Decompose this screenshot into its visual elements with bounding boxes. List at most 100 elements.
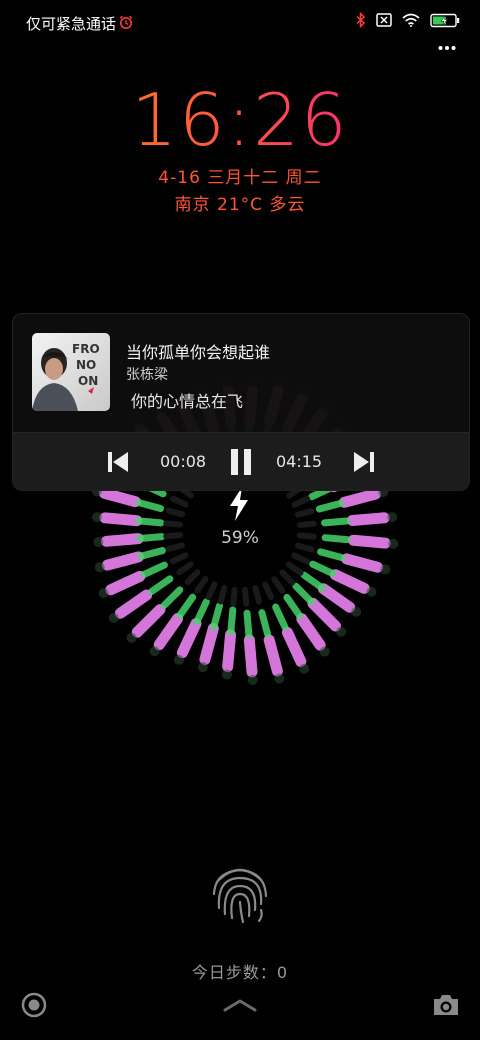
ring-glow-dot [299, 663, 310, 674]
ring-glow-dot [221, 669, 232, 680]
wifi-icon [402, 13, 420, 27]
ring-segment-dark [286, 561, 304, 576]
next-track-icon[interactable] [353, 450, 375, 474]
previous-track-icon[interactable] [107, 450, 129, 474]
ring-segment-pink [105, 570, 146, 596]
ring-segment-green [317, 548, 346, 562]
fingerprint-icon[interactable] [205, 858, 275, 928]
status-bar: 仅可紧急通话 [0, 0, 480, 50]
ring-segment-pink [346, 512, 390, 526]
ring-segment-pink [341, 553, 384, 573]
ring-glow-dot [351, 606, 362, 617]
ring-segment-green [176, 593, 197, 619]
ring-segment-pink [281, 626, 307, 667]
ring-segment-green [258, 609, 272, 638]
ring-segment-green [193, 598, 210, 626]
charging-bolt-icon [230, 487, 248, 521]
ring-segment-green [315, 499, 345, 513]
ring-segment-pink [131, 604, 166, 638]
ring-segment-dark [262, 581, 275, 601]
ring-segment-pink [307, 597, 341, 632]
ring-glow-dot [92, 512, 103, 523]
ring-segment-green [227, 606, 237, 636]
ring-segment-pink [199, 623, 219, 665]
ring-segment-pink [114, 589, 153, 619]
ring-glow-dot [98, 588, 109, 599]
ring-glow-dot [108, 612, 119, 623]
ring-segment-green [321, 517, 350, 527]
ring-segment-dark [170, 495, 189, 508]
ring-segment-pink [338, 488, 381, 508]
clock-time: 16:26 [0, 76, 480, 164]
ring-segment-dark [294, 508, 315, 518]
elapsed-time: 00:08 [160, 452, 207, 471]
ring-glow-dot [380, 564, 391, 575]
ring-segment-dark [242, 586, 250, 607]
ring-segment-pink [329, 569, 370, 594]
ring-glow-dot [319, 646, 330, 657]
ring-glow-dot [149, 646, 160, 657]
no-sim-icon [376, 13, 392, 27]
status-icons [356, 12, 460, 28]
ring-segment-green [272, 603, 289, 631]
total-time: 04:15 [276, 452, 323, 471]
ring-segment-pink [98, 487, 141, 508]
song-lyric: 你的心情总在飞 [131, 392, 244, 411]
song-artist: 张栋梁 [126, 367, 168, 383]
lock-screen: 仅可紧急通话 16:26 4-16 三月十二 周二 南京 21°C 多云 59%… [0, 0, 480, 1040]
date-text: 4-16 三月十二 周二 [158, 168, 322, 188]
ring-segment-dark [194, 576, 209, 594]
ring-segment-dark [296, 520, 317, 528]
ring-segment-green [135, 499, 165, 512]
ring-segment-dark [176, 561, 194, 576]
ring-segment-pink [317, 583, 356, 613]
ring-segment-pink [101, 551, 144, 571]
ring-segment-pink [243, 634, 258, 678]
ring-segment-dark [205, 581, 218, 600]
ring-segment-dark [252, 584, 262, 605]
charging-percent: 59% [221, 528, 259, 548]
ring-segment-green [283, 593, 303, 619]
ring-segment-dark [184, 569, 201, 586]
svg-text:NO: NO [76, 358, 96, 372]
ring-segment-pink [99, 512, 143, 527]
ring-glow-dot [126, 632, 137, 643]
ring-segment-dark [230, 586, 238, 607]
ring-segment-green [135, 517, 165, 527]
ring-glow-dot [336, 626, 347, 637]
album-art[interactable]: FRO NO ON [32, 333, 110, 411]
ring-segment-green [137, 547, 166, 560]
camera-icon[interactable] [432, 993, 460, 1017]
music-player-card[interactable]: FRO NO ON 当你孤单你会想起谁 张栋梁 你的心情总在飞 00:08 04… [12, 313, 470, 491]
album-text: FRO [72, 342, 100, 356]
ring-segment-green [210, 602, 223, 631]
ring-segment-dark [279, 569, 296, 586]
ring-segment-pink [153, 613, 184, 651]
ring-segment-green [160, 586, 184, 609]
ring-glow-dot [197, 662, 208, 673]
bluetooth-icon [356, 12, 366, 28]
step-count: 今日步数：0 [191, 963, 289, 982]
ring-segment-pink [222, 629, 237, 673]
ring-segment-green [243, 609, 253, 639]
ring-segment-green [300, 571, 326, 592]
pause-icon[interactable] [230, 448, 252, 476]
ring-glow-dot [247, 674, 258, 685]
ring-glow-dot [94, 562, 105, 573]
ring-segment-dark [163, 520, 184, 528]
ring-segment-dark [271, 576, 286, 594]
alarm-icon [119, 15, 133, 29]
more-icon[interactable] [438, 44, 456, 52]
ring-glow-dot [274, 673, 285, 684]
battery-charging-icon [430, 13, 460, 27]
ring-segment-dark [217, 584, 228, 605]
ring-glow-dot [174, 654, 185, 665]
weather-text: 南京 21°C 多云 [174, 195, 306, 215]
ring-segment-green [292, 582, 315, 606]
svg-text:ON: ON [78, 374, 98, 388]
voice-assistant-icon[interactable] [21, 992, 47, 1018]
swipe-up-icon[interactable] [222, 998, 258, 1012]
ring-segment-pink [296, 613, 326, 651]
ring-segment-green [148, 575, 174, 595]
ring-glow-dot [387, 512, 398, 523]
